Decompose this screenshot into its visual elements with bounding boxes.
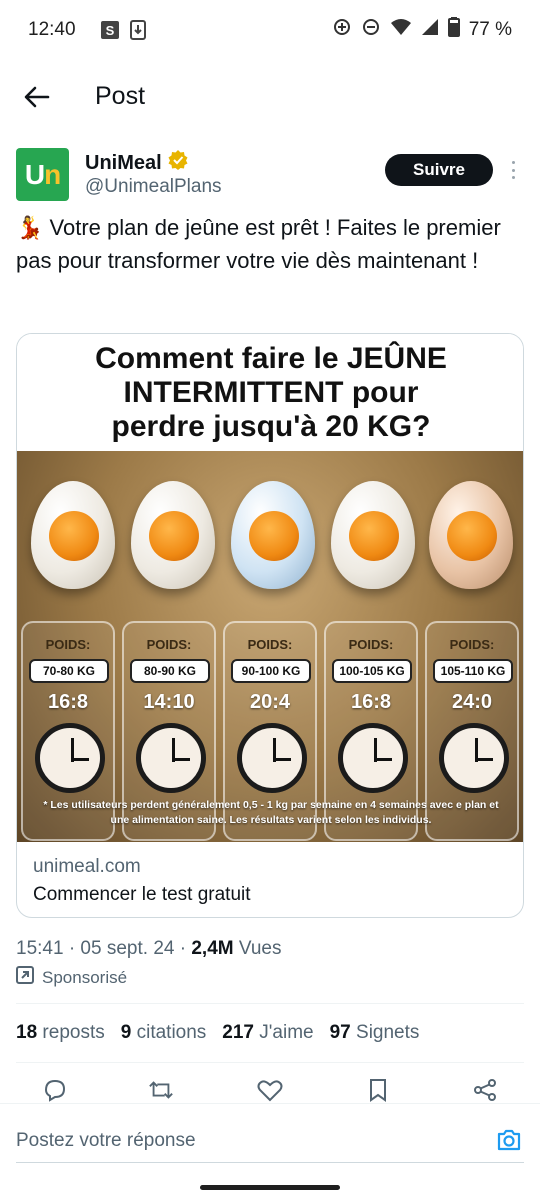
- egg-image: [429, 481, 513, 589]
- poids-label: POIDS:: [146, 637, 192, 652]
- reposts-stat[interactable]: 18 reposts: [16, 1022, 105, 1044]
- divider: [16, 1062, 524, 1063]
- headline-line-3: perdre jusqu'à 20 KG?: [111, 410, 431, 443]
- more-options-icon[interactable]: [503, 158, 523, 182]
- post-text: 💃 Votre plan de jeûne est prêt ! Faites …: [16, 212, 521, 277]
- reply-input[interactable]: [16, 1126, 486, 1156]
- download-icon: [129, 20, 146, 40]
- bookmarks-stat[interactable]: 97 Signets: [330, 1022, 420, 1044]
- fasting-ratio: 20:4: [249, 691, 291, 713]
- likes-stat[interactable]: 217 J'aime: [222, 1022, 313, 1044]
- divider: [16, 1003, 524, 1004]
- link-card[interactable]: Comment faire le JEÛNE INTERMITTENT pour…: [16, 333, 524, 918]
- clock-icon: [237, 723, 307, 793]
- dancer-emoji: 💃: [16, 215, 44, 240]
- avatar-logo: Un: [24, 158, 61, 190]
- clock-icon: [136, 723, 206, 793]
- like-heart-icon[interactable]: [257, 1078, 283, 1102]
- status-bar: 12:40 S 77 %: [0, 0, 540, 60]
- clock-icon: [439, 723, 509, 793]
- back-button[interactable]: [20, 80, 54, 114]
- reply-underline: [16, 1162, 524, 1163]
- fasting-ratio: 24:0: [451, 691, 493, 713]
- reply-bar: [0, 1103, 540, 1200]
- weight-range: 90-100 KG: [231, 659, 311, 683]
- egg-image: [331, 481, 415, 589]
- bookmark-icon[interactable]: [365, 1078, 391, 1102]
- author-handle[interactable]: @UnimealPlans: [85, 176, 222, 198]
- clock-icon: [35, 723, 105, 793]
- weight-range: 80-90 KG: [130, 659, 210, 683]
- poids-label: POIDS:: [247, 637, 293, 652]
- data-saver-icon: [332, 17, 352, 43]
- sponsored-row: Sponsorisé: [16, 966, 127, 989]
- battery-percent: 77 %: [468, 19, 512, 40]
- headline-line-2: INTERMITTENT pour: [123, 376, 419, 409]
- fasting-ratio: 16:8: [47, 691, 89, 713]
- clock-icon: [338, 723, 408, 793]
- signal-icon: [421, 18, 439, 42]
- egg-image: [231, 481, 315, 589]
- card-cta[interactable]: Commencer le test gratuit: [33, 884, 251, 906]
- egg-image: [131, 481, 215, 589]
- weight-range: 70-80 KG: [29, 659, 109, 683]
- card-headline: Comment faire le JEÛNE INTERMITTENT pour…: [17, 342, 523, 444]
- fasting-ratio: 16:8: [350, 691, 392, 713]
- promoted-icon: [16, 966, 34, 989]
- page-title: Post: [95, 82, 146, 110]
- share-icon[interactable]: [472, 1078, 498, 1102]
- views-label: Vues: [233, 938, 282, 959]
- arrow-left-icon: [24, 86, 50, 108]
- weight-range: 105-110 KG: [433, 659, 513, 683]
- reply-icon[interactable]: [42, 1078, 68, 1102]
- avatar[interactable]: Un: [16, 148, 69, 201]
- egg-image: [31, 481, 115, 589]
- card-image[interactable]: Comment faire le JEÛNE INTERMITTENT pour…: [17, 334, 523, 842]
- quotes-stat[interactable]: 9 citations: [121, 1022, 207, 1044]
- post-body: Votre plan de jeûne est prêt ! Faites le…: [16, 215, 501, 273]
- poids-label: POIDS:: [449, 637, 495, 652]
- verified-badge-icon: [168, 150, 188, 176]
- do-not-disturb-icon: [361, 17, 381, 43]
- weight-range: 100-105 KG: [332, 659, 412, 683]
- post-timestamp: 15:41 · 05 sept. 24 ·: [16, 938, 192, 959]
- post-meta: 15:41 · 05 sept. 24 · 2,4M Vues: [16, 938, 281, 960]
- disclaimer-text: * Les utilisateurs perdent généralement …: [43, 799, 499, 826]
- card-domain[interactable]: unimeal.com: [33, 856, 141, 878]
- fasting-infographic: POIDS: 70-80 KG 16:8 POIDS: 80-90 KG 14:…: [17, 451, 523, 842]
- poids-label: POIDS:: [348, 637, 394, 652]
- headline-line-1: Comment faire le JEÛNE: [95, 342, 447, 375]
- author-name-row[interactable]: UniMeal: [85, 150, 188, 176]
- sponsored-label: Sponsorisé: [42, 967, 128, 987]
- views-count: 2,4M: [191, 938, 234, 959]
- wifi-icon: [390, 18, 412, 42]
- home-indicator[interactable]: [200, 1185, 340, 1190]
- top-app-bar: Post: [0, 60, 540, 134]
- camera-icon[interactable]: [495, 1126, 523, 1154]
- engagement-stats: 18 reposts 9 citations 217 J'aime 97 Sig…: [16, 1022, 419, 1044]
- follow-button[interactable]: Suivre: [385, 154, 493, 186]
- fasting-ratio: 14:10: [143, 691, 195, 713]
- svg-text:S: S: [105, 23, 114, 38]
- author-name[interactable]: UniMeal: [85, 152, 162, 175]
- s-badge-icon: S: [100, 20, 120, 40]
- repost-icon[interactable]: [148, 1078, 174, 1102]
- action-bar: [0, 1078, 540, 1102]
- poids-label: POIDS:: [45, 637, 91, 652]
- status-time: 12:40: [28, 19, 76, 40]
- battery-icon: [447, 17, 460, 43]
